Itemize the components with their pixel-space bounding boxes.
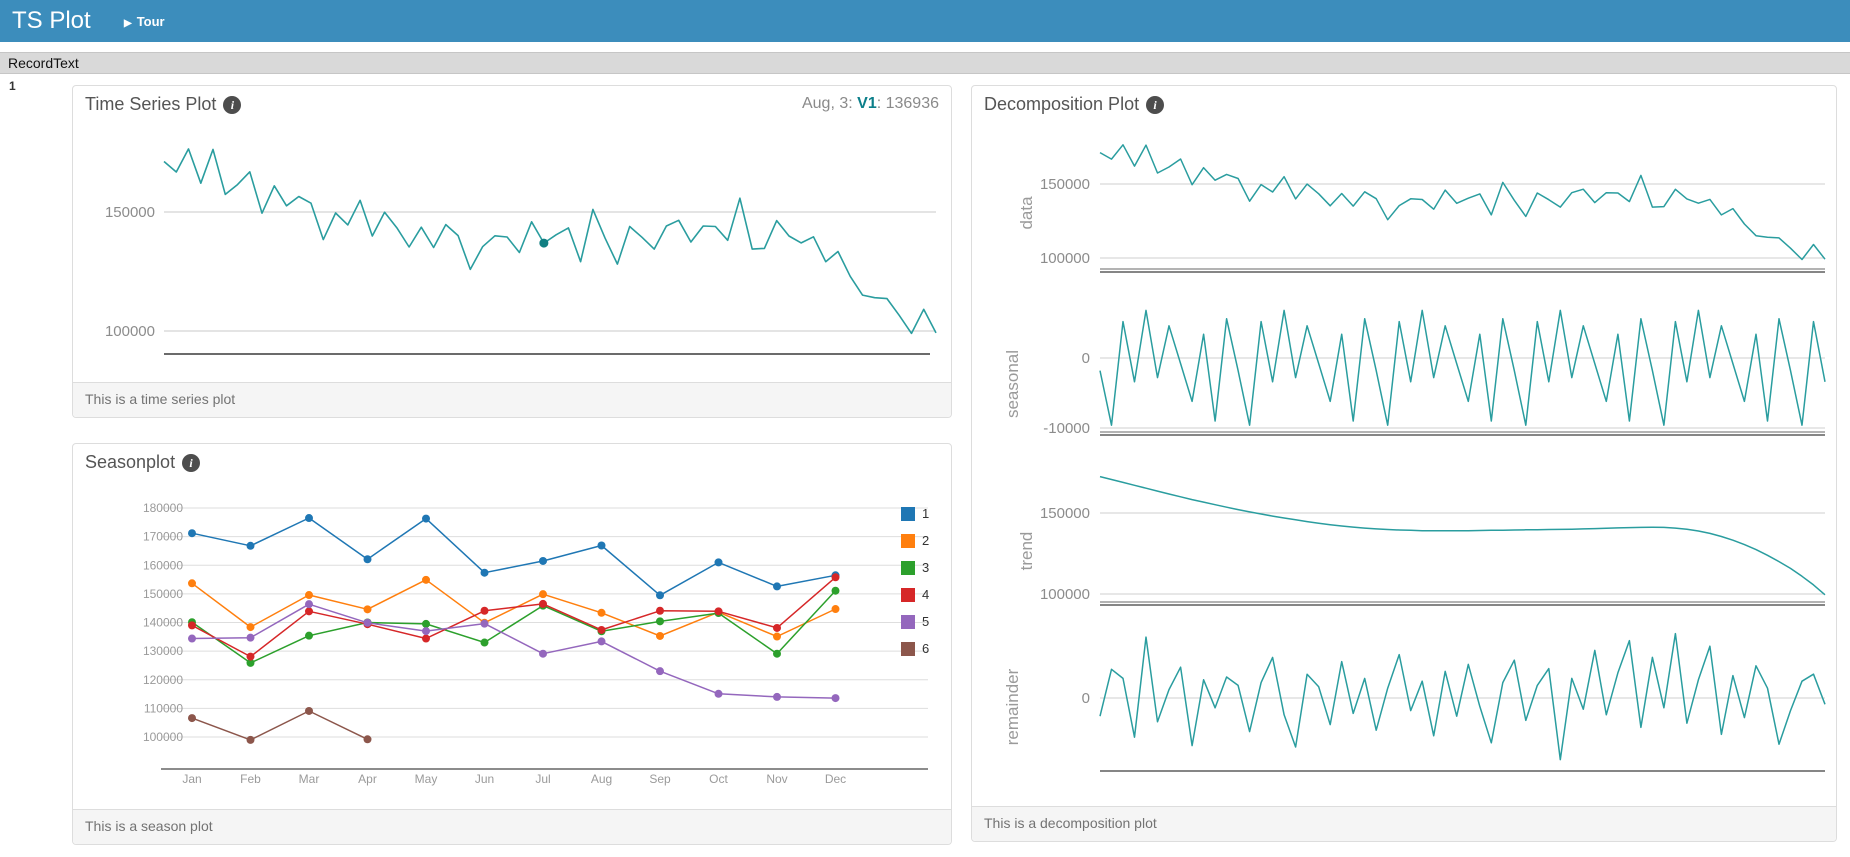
record-text-label: RecordText (8, 55, 79, 71)
svg-text:Sep: Sep (649, 772, 671, 786)
svg-text:Mar: Mar (299, 772, 320, 786)
svg-text:data: data (1017, 196, 1036, 230)
svg-text:140000: 140000 (143, 616, 183, 630)
svg-text:Dec: Dec (825, 772, 846, 786)
hover-date: Aug, 3: (801, 95, 858, 112)
legend-label: 2 (922, 533, 930, 548)
svg-text:remainder: remainder (1003, 668, 1022, 745)
time-series-chart[interactable]: 150000 100000 (73, 122, 951, 382)
svg-text:Jan: Jan (182, 772, 201, 786)
seasonplot-svg: 180000 170000 160000 150000 140000 130000 1200… (143, 501, 928, 786)
legend-item-6: 6 (901, 635, 929, 662)
hover-series-name: V1 (857, 95, 877, 112)
svg-text:170000: 170000 (143, 530, 183, 544)
svg-text:150000: 150000 (1040, 176, 1090, 193)
svg-text:180000: 180000 (143, 501, 183, 515)
seasonplot-title: Seasonplot (85, 452, 176, 472)
app-header: TS Plot ▶ Tour (0, 0, 1850, 42)
svg-text:Jul: Jul (535, 772, 550, 786)
legend-swatch (901, 533, 915, 548)
svg-text:Aug: Aug (591, 772, 612, 786)
time-series-panel: Time Series Plot i Aug, 3: V1: 136936 150… (72, 85, 952, 418)
tour-button-label: Tour (136, 13, 165, 29)
svg-text:Jun: Jun (475, 772, 494, 786)
record-text-header: RecordText (0, 52, 1850, 74)
svg-text:0: 0 (1082, 350, 1090, 367)
seasonplot-panel: Seasonplot i 180000 170000 160000 150000 1400… (72, 443, 952, 845)
seasonplot-legend: 1 2 3 4 5 6 (901, 500, 929, 662)
legend-swatch (901, 614, 915, 629)
svg-text:150000: 150000 (105, 204, 155, 221)
svg-text:-10000: -10000 (1043, 420, 1090, 437)
decomposition-svg: 150000 100000 data 0 -10000 seasonal 150000 100… (1003, 144, 1826, 772)
legend-label: 4 (922, 587, 930, 602)
legend-label: 3 (922, 560, 930, 575)
legend-swatch (901, 506, 915, 521)
info-icon[interactable]: i (1146, 96, 1165, 114)
legend-label: 6 (922, 641, 930, 656)
legend-item-5: 5 (901, 608, 929, 635)
svg-text:Oct: Oct (709, 772, 728, 786)
decomposition-chart[interactable]: 150000 100000 data 0 -10000 seasonal 150000 100… (972, 122, 1836, 804)
svg-text:Apr: Apr (358, 772, 377, 786)
svg-text:Nov: Nov (766, 772, 787, 786)
info-icon[interactable]: i (223, 96, 242, 114)
hover-value: : 136936 (876, 95, 939, 112)
time-series-svg: 150000 100000 (105, 148, 937, 355)
time-series-panel-title: Time Series Plot (85, 94, 217, 114)
tour-button[interactable]: ▶ Tour (118, 0, 171, 42)
seasonplot-footer: This is a season plot (73, 809, 951, 844)
svg-text:0: 0 (1082, 690, 1090, 707)
legend-swatch (901, 587, 915, 602)
hover-readout: Aug, 3: V1: 136936 (802, 86, 939, 122)
svg-text:Feb: Feb (240, 772, 261, 786)
svg-text:160000: 160000 (143, 558, 183, 572)
svg-text:130000: 130000 (143, 644, 183, 658)
legend-item-3: 3 (901, 554, 929, 581)
svg-text:110000: 110000 (144, 701, 183, 715)
svg-text:150000: 150000 (143, 587, 183, 601)
svg-text:150000: 150000 (1040, 505, 1090, 522)
svg-text:trend: trend (1017, 532, 1036, 571)
decomposition-title-row: Decomposition Plot i (972, 86, 1836, 122)
legend-swatch (901, 641, 915, 656)
legend-label: 5 (922, 614, 930, 629)
seasonplot-chart[interactable]: 180000 170000 160000 150000 140000 130000 1200… (73, 484, 951, 812)
play-icon: ▶ (124, 17, 132, 29)
decomposition-footer: This is a decomposition plot (972, 806, 1836, 841)
svg-text:seasonal: seasonal (1003, 350, 1022, 418)
svg-text:May: May (415, 772, 438, 786)
svg-text:120000: 120000 (143, 673, 183, 687)
svg-text:100000: 100000 (143, 730, 183, 744)
decomposition-title: Decomposition Plot (984, 94, 1140, 114)
info-icon[interactable]: i (182, 454, 201, 472)
legend-item-4: 4 (901, 581, 929, 608)
app-title: TS Plot (12, 7, 91, 34)
seasonplot-title-row: Seasonplot i (73, 444, 951, 480)
decomposition-panel: Decomposition Plot i 150000 100000 data 0 -10… (971, 85, 1837, 842)
app-root: TS Plot ▶ Tour RecordText 1 Time Series P… (0, 0, 1850, 857)
legend-label: 1 (922, 506, 930, 521)
svg-text:100000: 100000 (105, 323, 155, 340)
legend-item-1: 1 (901, 500, 929, 527)
svg-text:100000: 100000 (1040, 250, 1090, 267)
time-series-panel-title-row: Time Series Plot i Aug, 3: V1: 136936 (73, 86, 951, 122)
legend-swatch (901, 560, 915, 575)
time-series-footer: This is a time series plot (73, 382, 951, 417)
record-row-index[interactable]: 1 (9, 79, 16, 93)
legend-item-2: 2 (901, 527, 929, 554)
svg-text:100000: 100000 (1040, 586, 1090, 603)
